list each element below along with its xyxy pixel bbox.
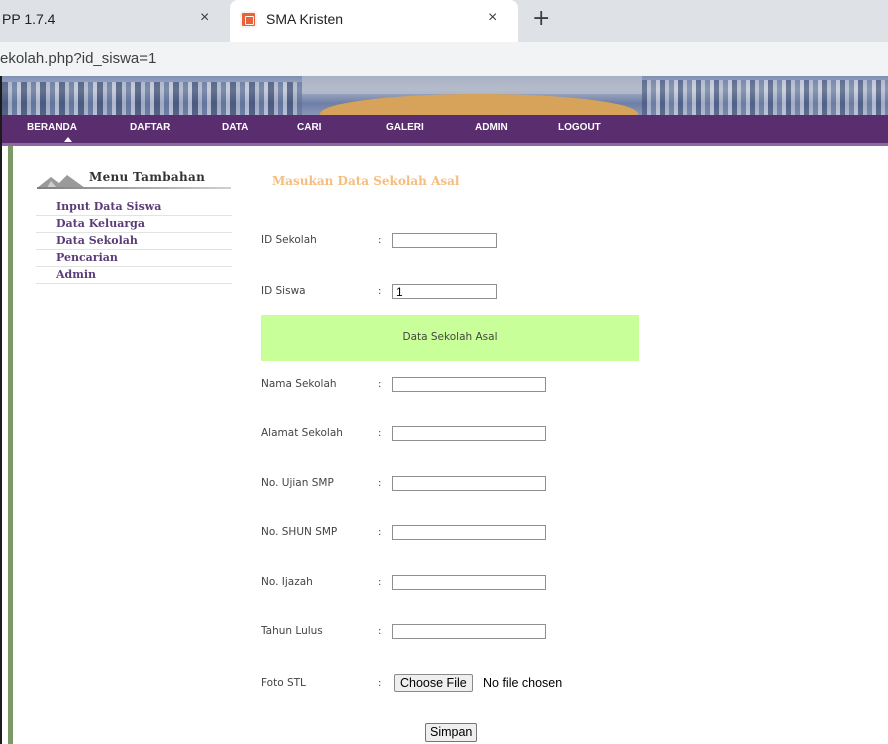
banner-sky — [302, 76, 642, 94]
no-ujian-smp-input[interactable] — [392, 476, 546, 491]
no-ujian-smp-label: No. Ujian SMP — [261, 477, 334, 489]
main-navbar: BERANDA DAFTAR DATA CARI GALERI ADMIN LO… — [2, 115, 888, 143]
sidebar-menu: Input Data Siswa Data Keluarga Data Seko… — [36, 199, 232, 284]
sidebar-item-data-keluarga[interactable]: Data Keluarga — [36, 216, 232, 233]
no-ijazah-input[interactable] — [392, 575, 546, 590]
form-title: Masukan Data Sekolah Asal — [272, 174, 460, 188]
nav-daftar[interactable]: DAFTAR — [130, 122, 170, 133]
tahun-lulus-label: Tahun Lulus — [261, 625, 323, 637]
browser-tab-phpmyadmin[interactable]: PP 1.7.4 × — [0, 0, 230, 42]
alamat-sekolah-label: Alamat Sekolah — [261, 427, 343, 439]
alamat-sekolah-input[interactable] — [392, 426, 546, 441]
field-colon: : — [378, 626, 382, 637]
field-colon: : — [378, 235, 382, 246]
nav-divider — [2, 143, 888, 146]
id-siswa-input[interactable] — [392, 284, 497, 299]
tab-title: PP 1.7.4 — [2, 11, 56, 27]
section-title: Data Sekolah Asal — [402, 331, 498, 343]
sidebar-item-admin[interactable]: Admin — [36, 267, 232, 284]
active-nav-indicator — [64, 137, 72, 142]
field-colon: : — [378, 678, 382, 689]
sidebar-title: Menu Tambahan — [89, 170, 206, 184]
field-colon: : — [378, 379, 382, 390]
foto-stl-label: Foto STL — [261, 677, 306, 689]
no-shun-smp-label: No. SHUN SMP — [261, 526, 338, 538]
nav-galeri[interactable]: GALERI — [386, 122, 424, 133]
tab-title: SMA Kristen — [266, 11, 344, 27]
banner-crowd-left — [2, 82, 302, 115]
close-icon[interactable]: × — [488, 9, 497, 27]
id-sekolah-input[interactable] — [392, 233, 497, 248]
address-bar[interactable]: ekolah.php?id_siswa=1 — [0, 42, 888, 76]
xampp-favicon-icon — [240, 11, 257, 28]
nav-admin[interactable]: ADMIN — [475, 122, 508, 133]
nav-data[interactable]: DATA — [222, 122, 248, 133]
nav-beranda[interactable]: BERANDA — [27, 122, 77, 133]
choose-file-button[interactable]: Choose File — [394, 674, 473, 692]
no-ijazah-label: No. Ijazah — [261, 576, 313, 588]
field-colon: : — [378, 286, 382, 297]
nav-logout[interactable]: LOGOUT — [558, 122, 601, 133]
id-sekolah-label: ID Sekolah — [261, 234, 317, 246]
banner-court — [320, 94, 638, 115]
address-url[interactable]: ekolah.php?id_siswa=1 — [0, 50, 156, 67]
section-header: Data Sekolah Asal — [261, 315, 639, 361]
tahun-lulus-input[interactable] — [392, 624, 546, 639]
banner-crowd-right — [642, 80, 888, 115]
new-tab-icon[interactable]: + — [532, 6, 550, 31]
field-colon: : — [378, 478, 382, 489]
field-colon: : — [378, 577, 382, 588]
nama-sekolah-label: Nama Sekolah — [261, 378, 337, 390]
no-shun-smp-input[interactable] — [392, 525, 546, 540]
simpan-button[interactable]: Simpan — [425, 723, 478, 742]
file-status-text: No file chosen — [483, 676, 563, 690]
nav-cari[interactable]: CARI — [297, 122, 321, 133]
header-banner-image — [2, 76, 888, 115]
field-colon: : — [378, 428, 382, 439]
sidebar-heading: Menu Tambahan — [37, 170, 231, 190]
sidebar-item-data-sekolah[interactable]: Data Sekolah — [36, 233, 232, 250]
id-siswa-label: ID Siswa — [261, 285, 306, 297]
nama-sekolah-input[interactable] — [392, 377, 546, 392]
browser-tab-strip: PP 1.7.4 × SMA Kristen × + — [0, 0, 888, 42]
browser-tab-sma-kristen[interactable]: SMA Kristen × — [230, 0, 518, 42]
sidebar-title-underline — [37, 187, 231, 189]
content-left-border — [8, 146, 13, 744]
sidebar-item-input-data-siswa[interactable]: Input Data Siswa — [36, 199, 232, 216]
sidebar-item-pencarian[interactable]: Pencarian — [36, 250, 232, 267]
field-colon: : — [378, 527, 382, 538]
close-icon[interactable]: × — [200, 9, 209, 27]
